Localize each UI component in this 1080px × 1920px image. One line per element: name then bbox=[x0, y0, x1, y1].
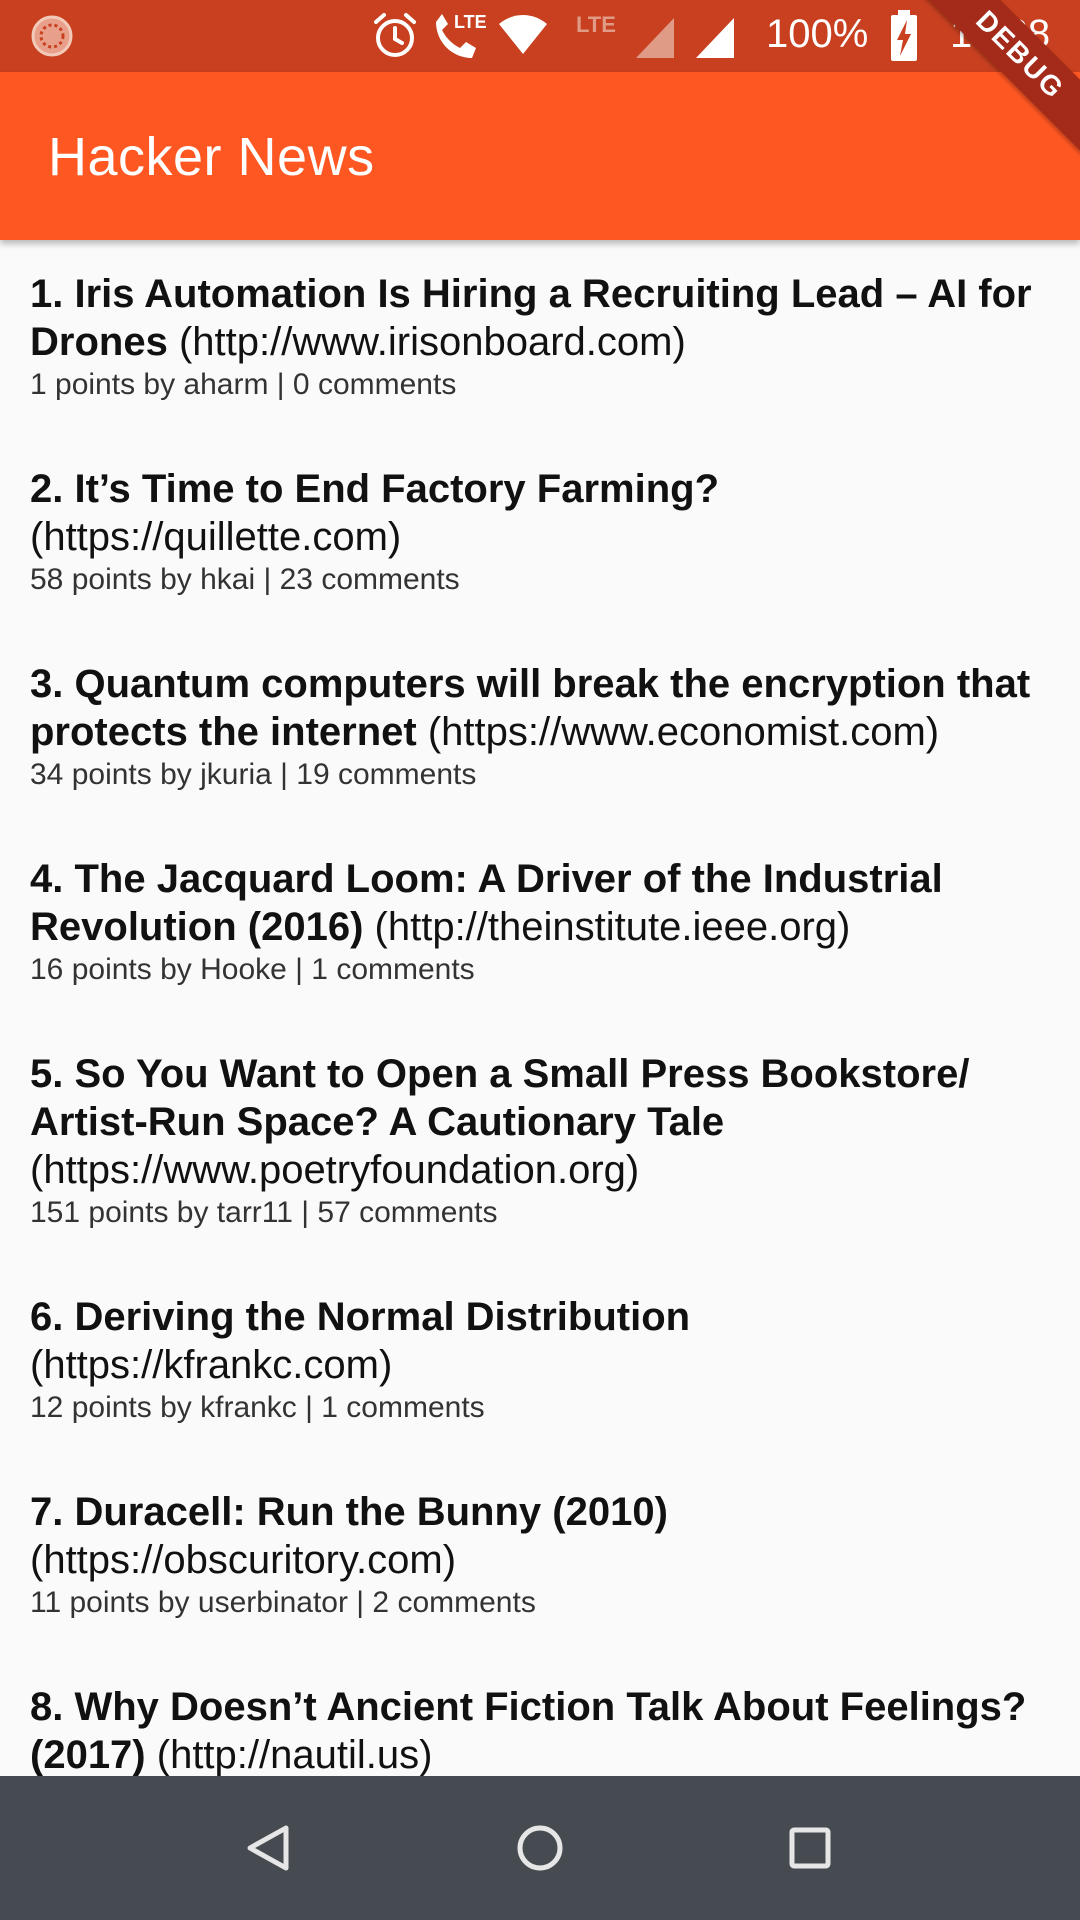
story-title-line: 7. Duracell: Run the Bunny (2010) (https… bbox=[30, 1488, 1050, 1584]
story-title-line: 2. It’s Time to End Factory Farming? (ht… bbox=[30, 465, 1050, 561]
battery-charging-icon bbox=[890, 10, 918, 67]
story-title-line: 4. The Jacquard Loom: A Driver of the In… bbox=[30, 855, 1050, 951]
story-meta: 58 points by hkai | 23 comments bbox=[30, 563, 460, 596]
story-meta: 16 points by Hooke | 1 comments bbox=[30, 953, 475, 986]
app-bar: Hacker News bbox=[0, 72, 1080, 240]
story-list[interactable]: 1. Iris Automation Is Hiring a Recruitin… bbox=[0, 240, 1080, 1776]
story-meta: 1 points by aharm | 0 comments bbox=[30, 368, 457, 401]
screen: LTE LTE 100% DEBUG Hacker News 1. Iris A… bbox=[0, 0, 1080, 1920]
story-title-line: 6. Deriving the Normal Distribution (htt… bbox=[30, 1293, 1050, 1389]
story-title-line: 5. So You Want to Open a Small Press Boo… bbox=[30, 1050, 1050, 1194]
story-url[interactable]: (http://theinstitute.ieee.org) bbox=[375, 905, 851, 949]
alarm-icon bbox=[372, 12, 418, 65]
story-title-line: 8. Why Doesn’t Ancient Fiction Talk Abou… bbox=[30, 1683, 1050, 1776]
story-url[interactable]: (http://www.irisonboard.com) bbox=[179, 320, 686, 364]
story-meta: 11 points by userbinator | 2 comments bbox=[30, 1586, 536, 1619]
status-bar: LTE LTE 100% bbox=[0, 0, 1080, 72]
story-item[interactable]: 5. So You Want to Open a Small Press Boo… bbox=[30, 1050, 1050, 1232]
story-item[interactable]: 2. It’s Time to End Factory Farming? (ht… bbox=[30, 465, 1050, 599]
app-title: Hacker News bbox=[48, 127, 375, 187]
wifi-icon bbox=[498, 14, 548, 61]
story-item[interactable]: 7. Duracell: Run the Bunny (2010) (https… bbox=[30, 1488, 1050, 1622]
volte-call-icon: LTE bbox=[430, 10, 488, 67]
story-title-line: 1. Iris Automation Is Hiring a Recruitin… bbox=[30, 270, 1050, 366]
story-meta: 12 points by kfrankc | 1 comments bbox=[30, 1391, 485, 1424]
story-item[interactable]: 1. Iris Automation Is Hiring a Recruitin… bbox=[30, 270, 1050, 404]
story-title[interactable]: 6. Deriving the Normal Distribution bbox=[30, 1295, 690, 1339]
story-item[interactable]: 8. Why Doesn’t Ancient Fiction Talk Abou… bbox=[30, 1683, 1050, 1776]
story-meta: 151 points by tarr11 | 57 comments bbox=[30, 1196, 498, 1229]
story-url[interactable]: (http://nautil.us) bbox=[157, 1733, 433, 1776]
story-item[interactable]: 6. Deriving the Normal Distribution (htt… bbox=[30, 1293, 1050, 1427]
story-title[interactable]: 2. It’s Time to End Factory Farming? bbox=[30, 467, 719, 511]
story-meta: 34 points by jkuria | 19 comments bbox=[30, 758, 477, 791]
home-icon[interactable] bbox=[498, 1806, 582, 1890]
story-url[interactable]: (https://www.poetryfoundation.org) bbox=[30, 1148, 639, 1192]
back-icon[interactable] bbox=[228, 1806, 312, 1890]
battery-percent: 100% bbox=[766, 12, 869, 56]
story-url[interactable]: (https://www.economist.com) bbox=[428, 710, 939, 754]
story-url[interactable]: (https://obscuritory.com) bbox=[30, 1538, 456, 1582]
app-notification-icon bbox=[30, 14, 74, 63]
story-url[interactable]: (https://quillette.com) bbox=[30, 515, 401, 559]
lte-signal-icon: LTE bbox=[574, 10, 678, 67]
cell-signal-icon bbox=[694, 14, 736, 65]
story-item[interactable]: 4. The Jacquard Loom: A Driver of the In… bbox=[30, 855, 1050, 989]
lte-label: LTE bbox=[454, 12, 487, 32]
story-url[interactable]: (https://kfrankc.com) bbox=[30, 1343, 392, 1387]
story-title[interactable]: 7. Duracell: Run the Bunny (2010) bbox=[30, 1490, 668, 1534]
navigation-bar bbox=[0, 1776, 1080, 1920]
svg-text:LTE: LTE bbox=[576, 12, 616, 37]
recents-icon[interactable] bbox=[768, 1806, 852, 1890]
story-item[interactable]: 3. Quantum computers will break the encr… bbox=[30, 660, 1050, 794]
story-title-line: 3. Quantum computers will break the encr… bbox=[30, 660, 1050, 756]
story-title[interactable]: 5. So You Want to Open a Small Press Boo… bbox=[30, 1052, 969, 1144]
